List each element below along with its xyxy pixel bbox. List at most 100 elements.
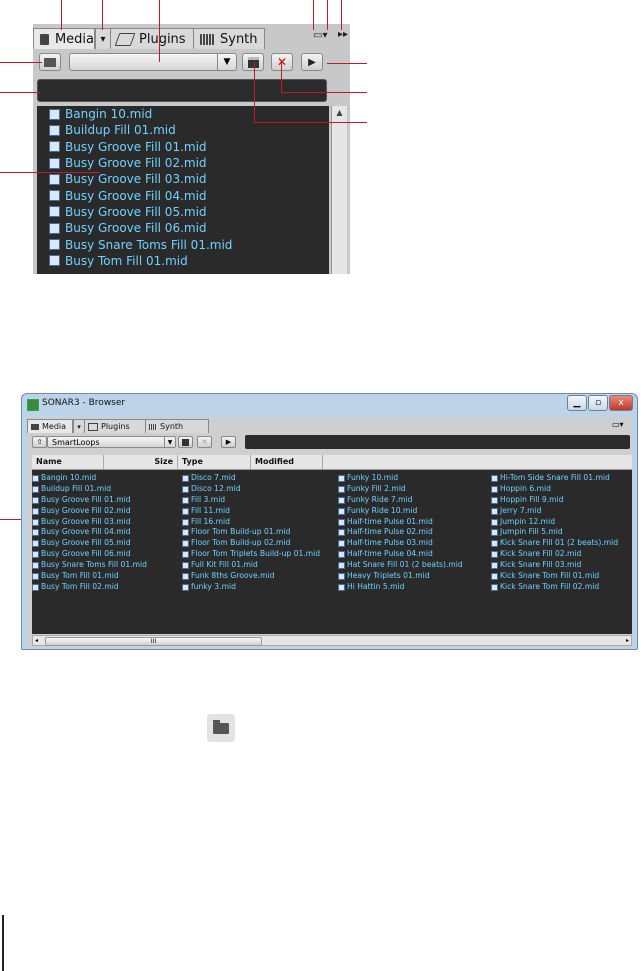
list-item[interactable]: Kick Snare Tom Fill 01.mid [491, 571, 641, 582]
column-type[interactable]: Type [178, 455, 251, 469]
list-item[interactable]: Half-time Pulse 02.mid [338, 527, 488, 538]
column-size[interactable]: Size [104, 455, 178, 469]
fast-forward-icon[interactable]: ▸▸ [338, 29, 348, 40]
list-item[interactable]: Busy Groove Fill 02.mid [32, 506, 182, 517]
list-item[interactable]: Busy Groove Fill 04.mid [32, 527, 182, 538]
list-item[interactable]: Fill 11.mid [182, 506, 332, 517]
layout-icon[interactable]: ▭▾ [313, 30, 327, 41]
list-item[interactable]: Buildup Fill 01.mid [37, 122, 329, 138]
plugin-icon [114, 32, 136, 46]
minimize-button[interactable]: ▁ [567, 395, 587, 411]
callout-line [281, 62, 282, 93]
file-list[interactable]: Bangin 10.mid Buildup Fill 01.mid Busy Gro… [37, 106, 329, 274]
list-item[interactable]: Busy Groove Fill 03.mid [32, 517, 182, 528]
list-item[interactable]: Jumpin Fill 5.mid [491, 527, 641, 538]
list-item[interactable]: Funky Ride 10.mid [338, 506, 488, 517]
scroll-left-icon[interactable]: ◂ [35, 637, 38, 644]
close-button[interactable]: x [609, 395, 633, 411]
list-item[interactable]: Floor Tom Build-up 02.mid [182, 538, 332, 549]
tab-synth[interactable]: Synth [145, 419, 209, 433]
list-item[interactable]: Floor Tom Build-up 01.mid [182, 527, 332, 538]
up-folder-icon [44, 57, 56, 67]
list-item[interactable]: Busy Groove Fill 06.mid [32, 549, 182, 560]
list-item[interactable]: Jerry 7.mid [491, 506, 641, 517]
list-item[interactable]: Busy Groove Fill 05.mid [37, 204, 329, 220]
midi-file-icon [491, 583, 498, 591]
delete-button[interactable]: ✕ [197, 436, 212, 448]
path-field[interactable] [37, 79, 327, 102]
list-item[interactable]: Kick Snare Fill 01 (2 beats).mid [491, 538, 641, 549]
list-item[interactable]: Half-time Pulse 03.mid [338, 538, 488, 549]
list-item[interactable]: Hi Hattin 5.mid [338, 582, 488, 593]
save-button[interactable] [242, 53, 264, 71]
column-name[interactable]: Name [32, 455, 104, 469]
list-item[interactable]: Funky Fill 2.mid [338, 484, 488, 495]
list-item[interactable]: Jumpin 12.mid [491, 517, 641, 528]
vertical-scrollbar[interactable]: ▲ [331, 106, 347, 274]
play-button[interactable]: ▶ [301, 53, 323, 71]
list-item[interactable]: Kick Snare Tom Fill 02.mid [491, 582, 641, 593]
play-button[interactable]: ▶ [221, 436, 236, 448]
list-item[interactable]: Funky Ride 7.mid [338, 495, 488, 506]
list-item[interactable]: Kick Snare Fill 03.mid [491, 560, 641, 571]
tab-menu-button[interactable]: ▾ [95, 28, 111, 49]
list-item[interactable]: Disco 12.mid [182, 484, 332, 495]
list-item[interactable]: Bangin 10.mid [32, 473, 182, 484]
list-item[interactable]: Busy Snare Toms Fill 01.mid [32, 560, 182, 571]
list-item[interactable]: Busy Tom Fill 02.mid [32, 582, 182, 593]
up-folder-button[interactable]: ⇧ [32, 436, 47, 448]
list-item[interactable]: Heavy Triplets 01.mid [338, 571, 488, 582]
tab-media[interactable]: Media [27, 419, 73, 433]
list-item[interactable]: Busy Groove Fill 06.mid [37, 220, 329, 236]
list-item[interactable]: Funky 10.mid [338, 473, 488, 484]
midi-file-icon [491, 474, 498, 482]
list-item[interactable]: Disco 7.mid [182, 473, 332, 484]
location-combo[interactable]: SmartLoops ▼ [47, 436, 176, 448]
maximize-button[interactable]: ▫ [588, 395, 608, 411]
scroll-thumb[interactable]: III [45, 637, 262, 646]
location-combo[interactable]: ▼ [69, 53, 237, 71]
layout-icon[interactable]: ▭▾ [612, 420, 624, 429]
column-modified[interactable]: Modified [251, 455, 323, 469]
list-item[interactable]: Hoppin Fill 9.mid [491, 495, 641, 506]
list-item[interactable]: Hi-Tom Side Snare Fill 01.mid [491, 473, 641, 484]
list-item[interactable]: Busy Groove Fill 05.mid [32, 538, 182, 549]
callout-line [0, 172, 100, 173]
file-name: Floor Tom Triplets Build-up 01.mid [191, 549, 321, 559]
delete-button[interactable]: ✕ [271, 53, 293, 71]
tab-plugins[interactable]: Plugins [110, 28, 194, 49]
midi-file-icon [338, 518, 345, 526]
file-list[interactable]: Name Size Type Modified Bangin 10.mid Bui… [32, 455, 632, 634]
horizontal-scrollbar[interactable]: ◂ III ▸ [32, 635, 632, 646]
scroll-up-icon[interactable]: ▲ [332, 108, 347, 117]
list-item[interactable]: Floor Tom Triplets Build-up 01.mid [182, 549, 332, 560]
list-item[interactable]: Funk 8ths Groove.mid [182, 571, 332, 582]
up-folder-button[interactable] [39, 53, 61, 71]
list-item[interactable]: Bangin 10.mid [37, 106, 329, 122]
list-item[interactable]: Kick Snare Fill 02.mid [491, 549, 641, 560]
path-field[interactable] [245, 435, 630, 449]
list-item[interactable]: Busy Groove Fill 04.mid [37, 187, 329, 203]
list-item[interactable]: Busy Tom Fill 01.mid [32, 571, 182, 582]
list-item[interactable]: Busy Tom Fill 01.mid [37, 253, 329, 269]
scroll-right-icon[interactable]: ▸ [626, 637, 629, 644]
list-item[interactable]: Fill 16.mid [182, 517, 332, 528]
list-item[interactable]: Half-time Pulse 04.mid [338, 549, 488, 560]
tab-synth[interactable]: Synth [193, 28, 265, 49]
tab-media[interactable]: Media [33, 28, 95, 49]
list-item[interactable]: Busy Groove Fill 02.mid [37, 155, 329, 171]
tab-plugins[interactable]: Plugins [84, 419, 146, 433]
file-name: Busy Tom Fill 02.mid [41, 581, 119, 591]
list-item[interactable]: Buildup Fill 01.mid [32, 484, 182, 495]
list-item[interactable]: Half-time Pulse 01.mid [338, 517, 488, 528]
list-item[interactable]: Busy Groove Fill 01.mid [37, 139, 329, 155]
list-item[interactable]: Fill 3.mid [182, 495, 332, 506]
list-item[interactable]: funky 3.mid [182, 582, 332, 593]
list-item[interactable]: Busy Groove Fill 01.mid [32, 495, 182, 506]
save-button[interactable] [178, 436, 193, 448]
list-item[interactable]: Hat Snare Fill 01 (2 beats).mid [338, 560, 488, 571]
list-item[interactable]: Hoppin 6.mid [491, 484, 641, 495]
list-item[interactable]: Busy Groove Fill 03.mid [37, 171, 329, 187]
list-item[interactable]: Busy Snare Toms Fill 01.mid [37, 236, 329, 252]
list-item[interactable]: Full Kit Fill 01.mid [182, 560, 332, 571]
